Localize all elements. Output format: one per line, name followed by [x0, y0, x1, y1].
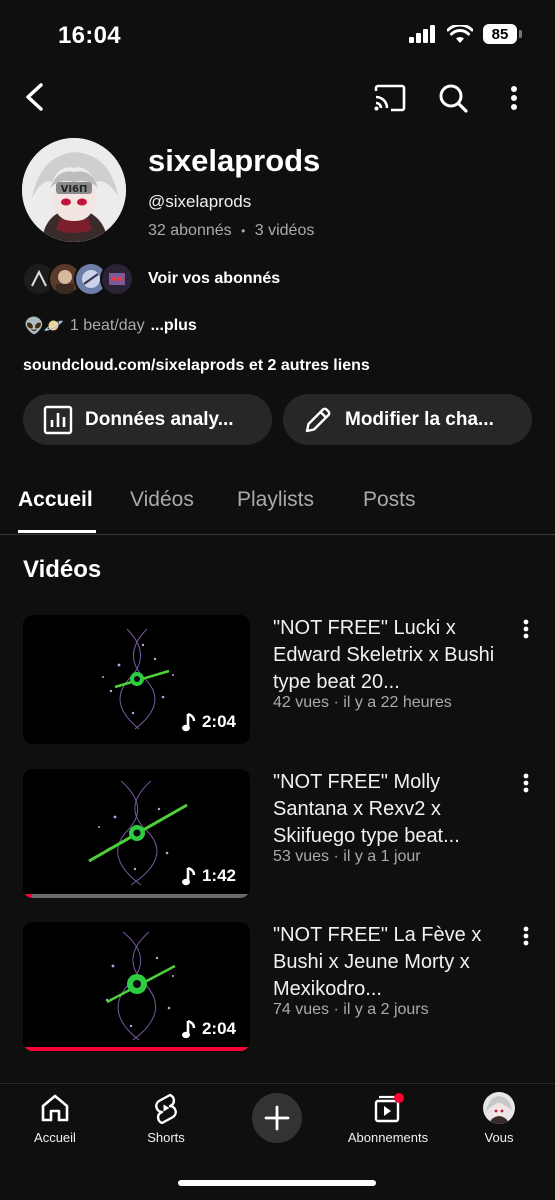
channel-stats: 32 abonnés • 3 vidéos	[148, 222, 314, 240]
nav-you-label: Vous	[484, 1130, 514, 1145]
video-duration: 1:42	[181, 866, 236, 886]
video-count: 3 vidéos	[254, 222, 315, 239]
channel-avatar[interactable]: VI6П	[22, 138, 126, 242]
nav-subscriptions[interactable]: Abonnements	[345, 1092, 431, 1145]
video-more-button[interactable]	[516, 770, 536, 796]
search-icon	[439, 84, 468, 113]
music-note-icon	[181, 1019, 196, 1039]
subscriptions-icon	[374, 1093, 404, 1123]
tab-playlists[interactable]: Playlists	[237, 488, 314, 512]
description-text: 1 beat/day	[69, 317, 145, 334]
video-duration: 2:04	[181, 712, 236, 732]
subscriber-count: 32 abonnés	[148, 222, 232, 239]
pencil-icon	[305, 407, 331, 432]
channel-handle: @sixelaprods	[148, 192, 252, 211]
description-more[interactable]: ...plus	[151, 317, 197, 335]
channel-links[interactable]: soundcloud.com/sixelaprods et 2 autres l…	[23, 357, 370, 375]
analytics-icon	[43, 405, 73, 434]
nav-you[interactable]: Vous	[474, 1092, 524, 1145]
battery-indicator: 85	[483, 24, 522, 44]
home-icon	[41, 1094, 69, 1122]
video-meta: 74 vues · il y a 2 jours	[273, 1001, 429, 1018]
tab-home[interactable]: Accueil	[18, 488, 93, 512]
tab-videos[interactable]: Vidéos	[130, 488, 194, 512]
video-meta: 42 vues · il y a 22 heures	[273, 694, 452, 711]
avatar-illustration: VI6П	[22, 138, 126, 242]
more-vertical-icon	[523, 619, 529, 639]
search-button[interactable]	[436, 81, 470, 115]
create-button[interactable]	[252, 1093, 302, 1143]
analytics-button[interactable]: Données analy...	[23, 394, 272, 445]
edit-channel-label: Modifier la cha...	[345, 408, 494, 430]
more-options-button[interactable]	[503, 84, 525, 112]
video-more-button[interactable]	[516, 616, 536, 642]
edit-channel-button[interactable]: Modifier la cha...	[283, 394, 532, 445]
view-subscribers-link[interactable]: Voir vos abonnés	[148, 270, 280, 288]
more-vertical-icon	[523, 926, 529, 946]
back-button[interactable]	[20, 80, 48, 114]
channel-name: sixelaprods	[148, 143, 321, 178]
watch-progress-track	[23, 894, 250, 898]
video-title[interactable]: "NOT FREE" Molly Santana x Rexv2 x Skiif…	[273, 769, 498, 850]
video-meta: 53 vues · il y a 1 jour	[273, 848, 421, 865]
section-title: Vidéos	[23, 556, 102, 583]
analytics-label: Données analy...	[85, 408, 234, 430]
video-duration: 2:04	[181, 1019, 236, 1039]
home-indicator	[178, 1180, 376, 1186]
active-tab-indicator	[18, 530, 96, 533]
nav-shorts[interactable]: Shorts	[141, 1092, 191, 1145]
notification-dot	[394, 1093, 404, 1103]
video-title[interactable]: "NOT FREE" Lucki x Edward Skeletrix x Bu…	[273, 615, 498, 696]
status-icons: 85	[409, 24, 522, 44]
subscriber-avatars[interactable]	[22, 262, 134, 296]
profile-avatar	[483, 1092, 515, 1124]
tab-posts[interactable]: Posts	[363, 488, 416, 512]
subscriber-avatar	[100, 262, 134, 296]
video-thumbnail[interactable]: 1:42	[23, 769, 250, 898]
more-vertical-icon	[523, 773, 529, 793]
nav-home-label: Accueil	[34, 1130, 76, 1145]
status-time: 16:04	[58, 22, 121, 49]
nav-subscriptions-label: Abonnements	[347, 1130, 429, 1145]
nav-shorts-label: Shorts	[147, 1130, 185, 1145]
wifi-icon	[447, 24, 473, 43]
svg-text:VI6П: VI6П	[61, 184, 88, 195]
stats-separator: •	[241, 224, 246, 238]
video-more-button[interactable]	[516, 923, 536, 949]
channel-description[interactable]: 👽🪐 1 beat/day ...plus	[24, 316, 197, 336]
video-thumbnail[interactable]: 2:04	[23, 922, 250, 1051]
cast-button[interactable]	[372, 83, 408, 113]
watch-progress-fill	[23, 1047, 250, 1051]
music-note-icon	[181, 866, 196, 886]
cast-icon	[374, 84, 406, 112]
duration-label: 1:42	[201, 866, 236, 885]
music-note-icon	[181, 712, 196, 732]
description-emoji: 👽🪐	[24, 318, 64, 335]
tabs-divider	[0, 534, 555, 535]
duration-label: 2:04	[201, 712, 236, 731]
back-arrow-icon	[26, 83, 43, 111]
cellular-signal-icon	[409, 25, 435, 43]
more-vertical-icon	[511, 86, 517, 110]
duration-label: 2:04	[201, 1019, 236, 1038]
bottom-nav-divider	[0, 1083, 555, 1084]
watch-progress-fill	[23, 894, 33, 898]
plus-icon	[264, 1105, 290, 1131]
nav-home[interactable]: Accueil	[30, 1092, 80, 1145]
video-title[interactable]: "NOT FREE" La Fève x Bushi x Jeune Morty…	[273, 922, 498, 1003]
video-thumbnail[interactable]: 2:04	[23, 615, 250, 744]
shorts-icon	[155, 1093, 177, 1124]
